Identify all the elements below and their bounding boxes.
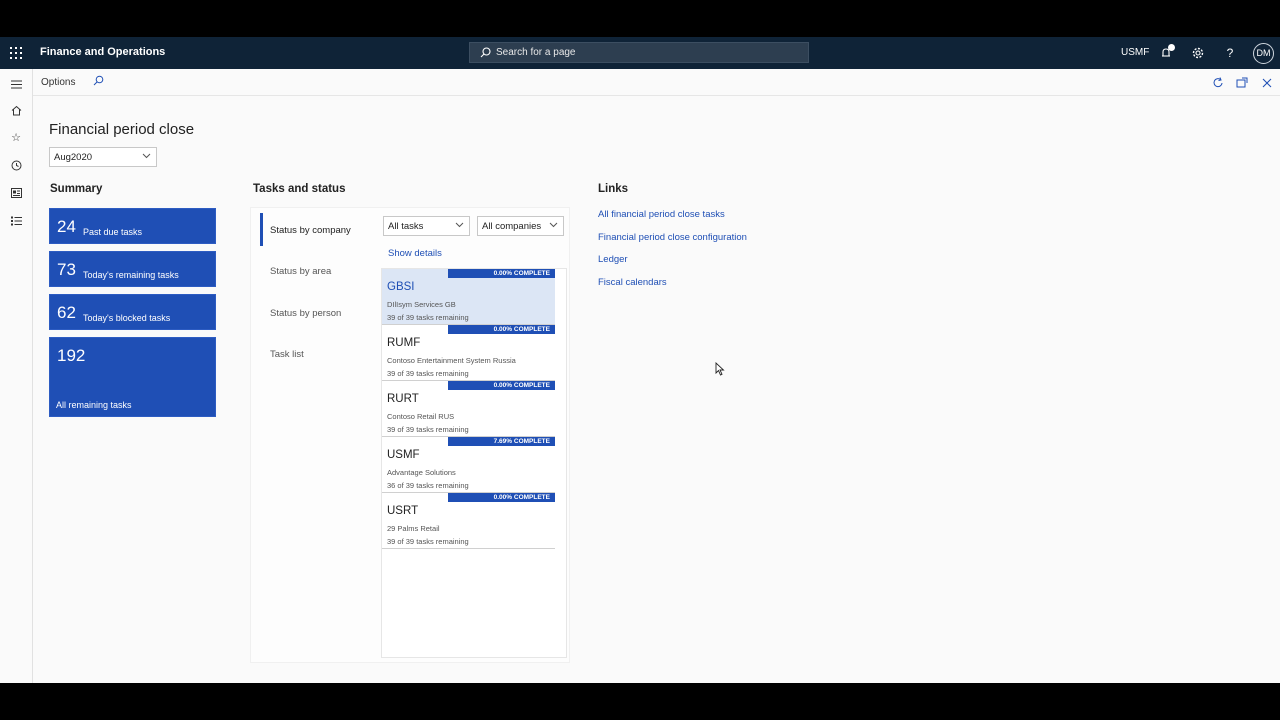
tile-past-due-tasks[interactable]: 24 Past due tasks [49,208,216,244]
help-icon[interactable]: ? [1221,44,1239,62]
company-code: RURT [387,393,419,405]
completion-bar: 0.00% COMPLETE [448,493,555,502]
company-code: RUMF [387,337,421,349]
summary-heading: Summary [50,183,103,195]
notification-badge [1168,44,1175,51]
company-filter-dropdown[interactable]: All companies [477,216,564,236]
app-launcher-icon[interactable] [10,47,22,59]
tasks-remaining: 39 of 39 tasks remaining [387,369,469,378]
tile-count: 192 [57,346,86,365]
options-button[interactable]: Options [41,77,75,88]
period-value: Aug2020 [54,152,93,163]
company-card-gbsi[interactable]: 0.00% COMPLETE GBSI DIlIsym Services GB … [382,269,555,325]
modules-list-icon[interactable] [9,214,23,228]
company-code: USRT [387,505,419,517]
company-name: 29 Palms Retail [387,524,440,533]
link-all-period-close-tasks[interactable]: All financial period close tasks [598,209,725,220]
app-window: Finance and Operations Search for a page… [0,37,1280,683]
tile-label: Past due tasks [83,227,143,237]
tile-label: Today's blocked tasks [83,313,171,323]
chevron-down-icon [142,153,151,159]
hamburger-menu-icon[interactable] [9,77,23,91]
company-name: DIlIsym Services GB [387,300,456,309]
completion-bar: 0.00% COMPLETE [448,381,555,390]
period-dropdown[interactable]: Aug2020 [49,147,157,167]
tile-count: 62 [57,303,76,322]
active-tab-indicator [260,213,263,246]
company-name: Contoso Retail RUS [387,412,455,421]
action-search-icon[interactable] [93,75,104,86]
company-card-usrt[interactable]: 0.00% COMPLETE USRT 29 Palms Retail 39 o… [382,493,555,549]
favorites-star-icon[interactable]: ☆ [9,130,23,144]
links-heading: Links [598,183,629,195]
left-nav-rail: ☆ [0,69,33,683]
company-card-rurt[interactable]: 0.00% COMPLETE RURT Contoso Retail RUS 3… [382,381,555,437]
link-period-close-configuration[interactable]: Financial period close configuration [598,232,747,243]
workspaces-icon[interactable] [9,186,23,200]
app-title[interactable]: Finance and Operations [40,46,165,58]
task-filter-value: All tasks [388,221,424,232]
tile-todays-blocked-tasks[interactable]: 62 Today's blocked tasks [49,294,216,330]
task-filter-dropdown[interactable]: All tasks [383,216,470,236]
mouse-pointer-icon [715,362,725,376]
open-new-window-icon[interactable] [1235,76,1249,90]
recent-clock-icon[interactable] [9,158,23,172]
page-title: Financial period close [49,121,195,138]
completion-bar: 0.00% COMPLETE [448,325,555,334]
close-icon[interactable] [1260,76,1274,90]
refresh-icon[interactable] [1211,76,1225,90]
tab-status-by-company[interactable]: Status by company [270,225,351,236]
home-icon[interactable] [9,103,23,117]
tab-task-list[interactable]: Task list [270,349,304,360]
chevron-down-icon [455,222,464,228]
show-details-link[interactable]: Show details [388,248,442,259]
tile-all-remaining-tasks[interactable]: 192 All remaining tasks [49,337,216,417]
tasks-remaining: 39 of 39 tasks remaining [387,313,469,322]
tile-count: 24 [57,217,76,236]
settings-gear-icon[interactable] [1189,44,1207,62]
action-bar: Options [33,69,1280,96]
company-code: GBSI [387,281,415,293]
completion-bar: 0.00% COMPLETE [448,269,555,278]
chevron-down-icon [549,222,558,228]
tasks-remaining: 39 of 39 tasks remaining [387,425,469,434]
search-icon [480,47,491,58]
tasks-remaining: 36 of 39 tasks remaining [387,481,469,490]
company-name: Contoso Entertainment System Russia [387,356,516,365]
top-nav-bar: Finance and Operations Search for a page… [0,37,1280,69]
completion-bar: 7.69% COMPLETE [448,437,555,446]
link-ledger[interactable]: Ledger [598,254,628,265]
tile-todays-remaining-tasks[interactable]: 73 Today's remaining tasks [49,251,216,287]
page-search-box[interactable]: Search for a page [469,42,809,63]
tile-count: 73 [57,260,76,279]
notifications-bell-icon[interactable] [1157,44,1175,62]
company-card-usmf[interactable]: 7.69% COMPLETE USMF Advantage Solutions … [382,437,555,493]
tile-label: Today's remaining tasks [83,270,179,280]
search-placeholder: Search for a page [496,47,576,58]
company-name: Advantage Solutions [387,468,456,477]
user-avatar[interactable]: DM [1253,43,1274,64]
tab-status-by-person[interactable]: Status by person [270,308,341,319]
company-filter-value: All companies [482,221,542,232]
tasks-status-heading: Tasks and status [253,183,346,195]
link-fiscal-calendars[interactable]: Fiscal calendars [598,277,667,288]
tile-label: All remaining tasks [56,400,132,410]
company-picker[interactable]: USMF [1121,47,1149,58]
company-card-rumf[interactable]: 0.00% COMPLETE RUMF Contoso Entertainmen… [382,325,555,381]
company-code: USMF [387,449,420,461]
tab-status-by-area[interactable]: Status by area [270,266,331,277]
tasks-remaining: 39 of 39 tasks remaining [387,537,469,546]
